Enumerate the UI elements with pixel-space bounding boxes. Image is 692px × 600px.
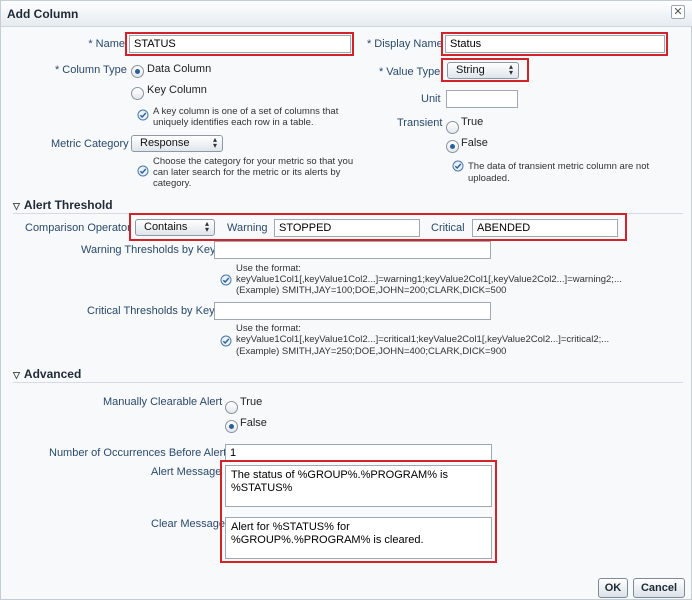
metric-category-value: Response — [140, 137, 190, 149]
column-type-label: * Column Type — [55, 64, 127, 76]
transient-true-label: True — [461, 116, 484, 128]
cancel-button[interactable]: Cancel — [633, 578, 685, 598]
data-column-label: Data Column — [147, 63, 212, 75]
unit-label: Unit — [421, 93, 441, 105]
value-type-highlight — [441, 58, 529, 82]
critical-by-key-input[interactable] — [214, 302, 491, 320]
clearable-false-label: False — [240, 417, 267, 429]
clearable-label: Manually Clearable Alert — [103, 396, 223, 408]
transient-false-label: False — [461, 137, 488, 149]
advanced-header[interactable]: ▽ Advanced — [13, 367, 81, 381]
unit-input[interactable] — [446, 90, 518, 108]
dialog-titlebar: Add Column ✕ — [1, 1, 692, 27]
display-name-highlight — [441, 32, 668, 56]
messages-highlight — [220, 460, 497, 563]
warning-by-key-label: Warning Thresholds by Key — [81, 244, 216, 256]
critical-help-3: (Example) SMITH,JAY=250;DOE,JOHN=400;CLA… — [236, 346, 507, 357]
ok-button[interactable]: OK — [598, 578, 628, 598]
metric-category-select[interactable]: Response ▴ ▾ — [131, 135, 223, 152]
check-info-icon — [220, 274, 232, 286]
clearable-false-radio[interactable] — [225, 420, 238, 433]
alert-threshold-header[interactable]: ▽ Alert Threshold — [13, 198, 113, 212]
data-column-radio[interactable] — [131, 65, 144, 78]
key-column-help-2: uniquely identifies each row in a table. — [153, 117, 314, 128]
alert-threshold-title: Alert Threshold — [23, 198, 113, 212]
critical-help-2: keyValue1Col1[,keyValue1Col2...]=critica… — [236, 334, 610, 345]
updown-arrow-icon: ▴ ▾ — [212, 135, 217, 150]
clearable-true-radio[interactable] — [225, 401, 238, 414]
comparison-operator-label: Comparison Operator — [25, 222, 131, 234]
check-info-icon — [220, 335, 232, 347]
name-label: * Name — [88, 38, 125, 50]
warning-help-3: (Example) SMITH,JAY=100;DOE,JOHN=200;CLA… — [236, 285, 507, 296]
collapse-triangle-icon: ▽ — [13, 370, 20, 380]
critical-by-key-label: Critical Thresholds by Key — [87, 305, 215, 317]
clearable-true-label: True — [240, 396, 263, 408]
divider — [13, 382, 683, 383]
collapse-triangle-icon: ▽ — [13, 201, 20, 211]
value-type-label: * Value Type — [379, 66, 441, 78]
name-highlight — [125, 32, 354, 56]
add-column-dialog: Add Column ✕ *Name *Display Name *Column… — [0, 0, 692, 600]
dialog-title: Add Column — [7, 7, 79, 21]
transient-label: Transient — [397, 117, 443, 129]
key-column-radio[interactable] — [131, 87, 144, 100]
check-info-icon — [137, 109, 149, 121]
check-info-icon — [137, 165, 149, 177]
warning-by-key-input[interactable] — [214, 241, 491, 259]
key-column-label: Key Column — [147, 84, 207, 96]
metric-category-help-3: category. — [153, 178, 192, 189]
clear-message-label: Clear Message — [151, 518, 225, 530]
close-icon[interactable]: ✕ — [671, 5, 685, 19]
transient-true-radio[interactable] — [446, 121, 459, 134]
check-info-icon — [452, 160, 464, 172]
advanced-title: Advanced — [23, 367, 82, 381]
transient-help: The data of transient metric column are … — [468, 161, 650, 184]
occurrences-label: Number of Occurrences Before Alert — [49, 447, 227, 459]
transient-false-radio[interactable] — [446, 140, 459, 153]
display-name-label: * Display Name — [367, 38, 443, 50]
metric-category-label: Metric Category — [51, 138, 129, 150]
alert-message-label: Alert Message — [151, 466, 222, 478]
threshold-highlight — [129, 213, 627, 241]
